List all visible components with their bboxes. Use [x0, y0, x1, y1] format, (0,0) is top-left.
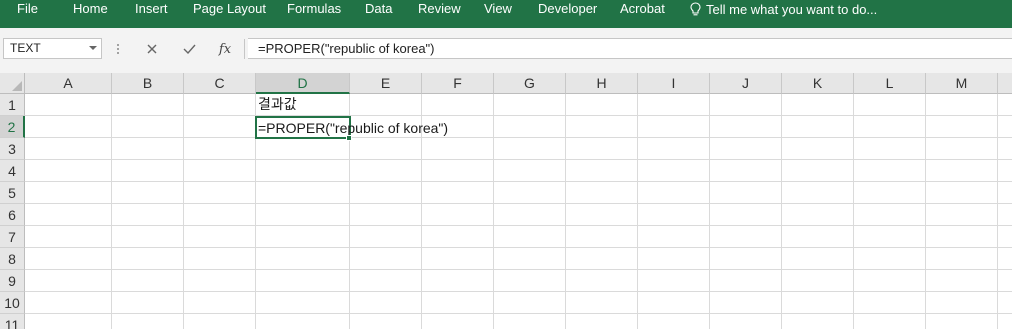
- gridline-vertical: [565, 94, 566, 329]
- column-header-j[interactable]: J: [710, 73, 782, 94]
- chevron-down-icon[interactable]: [89, 46, 97, 50]
- select-all-triangle: [12, 81, 22, 91]
- column-header-c[interactable]: C: [184, 73, 256, 94]
- gridline-horizontal: [25, 313, 1012, 314]
- column-header-g[interactable]: G: [494, 73, 566, 94]
- gridline-horizontal: [25, 269, 1012, 270]
- lightbulb-icon: [690, 2, 701, 16]
- column-header-k[interactable]: K: [782, 73, 854, 94]
- insert-function-button[interactable]: fx: [214, 39, 236, 59]
- column-header-m[interactable]: M: [926, 73, 998, 94]
- gridline-vertical: [853, 94, 854, 329]
- gridline-vertical: [925, 94, 926, 329]
- gridline-vertical: [781, 94, 782, 329]
- menu-home[interactable]: Home: [73, 0, 108, 18]
- column-header-h[interactable]: H: [566, 73, 638, 94]
- gridline-horizontal: [25, 291, 1012, 292]
- gridline-horizontal: [25, 159, 1012, 160]
- cell-d2[interactable]: =PROPER("republic of korea"): [258, 118, 448, 138]
- gridline-horizontal: [25, 203, 1012, 204]
- row-header-4[interactable]: 4: [0, 160, 25, 182]
- gridline-horizontal: [25, 115, 1012, 116]
- menu-data[interactable]: Data: [365, 0, 392, 18]
- menu-page-layout[interactable]: Page Layout: [193, 0, 266, 18]
- gridline-vertical: [997, 94, 998, 329]
- tell-me-search[interactable]: Tell me what you want to do...: [690, 0, 877, 18]
- formula-input[interactable]: =PROPER("republic of korea"): [248, 38, 1012, 59]
- column-header-a[interactable]: A: [25, 73, 112, 94]
- gridline-vertical: [637, 94, 638, 329]
- gridline-horizontal: [25, 137, 1012, 138]
- column-header-partial[interactable]: [998, 73, 1012, 94]
- more-options-icon: [117, 44, 119, 54]
- spreadsheet-grid[interactable]: A B C D E F G H I J K L M 1 2 3 4 5 6 7 …: [0, 73, 1012, 329]
- column-header-e[interactable]: E: [350, 73, 422, 94]
- gridline-vertical: [111, 94, 112, 329]
- column-header-d[interactable]: D: [256, 73, 350, 94]
- tell-me-label: Tell me what you want to do...: [706, 1, 878, 17]
- fill-handle[interactable]: [346, 135, 352, 141]
- gridline-horizontal: [25, 247, 1012, 248]
- row-header-5[interactable]: 5: [0, 182, 25, 204]
- menu-view[interactable]: View: [484, 0, 512, 18]
- name-box-value: TEXT: [10, 41, 41, 55]
- select-all-button[interactable]: [0, 73, 25, 94]
- menu-review[interactable]: Review: [418, 0, 461, 18]
- column-header-f[interactable]: F: [422, 73, 494, 94]
- row-header-3[interactable]: 3: [0, 138, 25, 160]
- menu-file[interactable]: File: [17, 0, 38, 18]
- column-header-l[interactable]: L: [854, 73, 926, 94]
- row-header-10[interactable]: 10: [0, 292, 25, 314]
- check-icon: [183, 44, 196, 54]
- formula-bar-area: TEXT fx =PROPER("republic of korea"): [0, 28, 1012, 73]
- cancel-button[interactable]: [142, 39, 162, 59]
- enter-button[interactable]: [178, 39, 200, 59]
- row-header-11[interactable]: 11: [0, 314, 25, 329]
- formula-bar-divider: [244, 39, 245, 59]
- row-header-9[interactable]: 9: [0, 270, 25, 292]
- menu-formulas[interactable]: Formulas: [287, 0, 341, 18]
- gridline-horizontal: [25, 181, 1012, 182]
- column-header-i[interactable]: I: [638, 73, 710, 94]
- gridline-vertical: [183, 94, 184, 329]
- fx-label: fx: [218, 41, 232, 57]
- gridline-horizontal: [25, 225, 1012, 226]
- row-header-1[interactable]: 1: [0, 94, 25, 116]
- close-icon: [147, 44, 157, 54]
- menu-developer[interactable]: Developer: [538, 0, 597, 18]
- menu-insert[interactable]: Insert: [135, 0, 168, 18]
- gridline-vertical: [493, 94, 494, 329]
- name-box[interactable]: TEXT: [3, 38, 102, 59]
- row-header-6[interactable]: 6: [0, 204, 25, 226]
- menu-acrobat[interactable]: Acrobat: [620, 0, 665, 18]
- column-header-b[interactable]: B: [112, 73, 184, 94]
- row-header-2[interactable]: 2: [0, 116, 25, 138]
- cell-d1[interactable]: 결과값: [258, 94, 297, 114]
- row-header-8[interactable]: 8: [0, 248, 25, 270]
- gridline-vertical: [709, 94, 710, 329]
- ribbon-menu-bar: File Home Insert Page Layout Formulas Da…: [0, 0, 1012, 28]
- row-header-7[interactable]: 7: [0, 226, 25, 248]
